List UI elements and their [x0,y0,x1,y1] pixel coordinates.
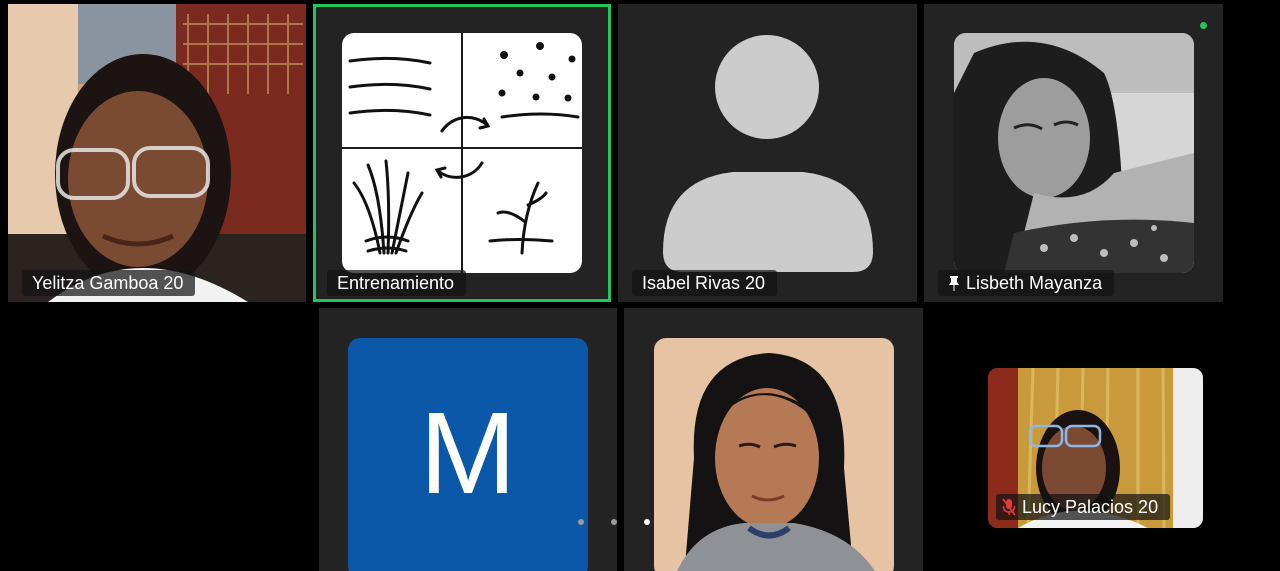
participant-tile-isabel[interactable]: Isabel Rivas 20 [618,4,917,302]
avatar-initial: M [419,388,517,518]
participant-name: Lisbeth Mayanza [966,273,1103,293]
profile-image [342,33,582,273]
profile-photo-image [954,33,1194,273]
profile-photo [654,338,894,571]
participant-name-label: Lisbeth Mayanza [938,270,1115,296]
initial-avatar: M [348,338,588,571]
participant-tile-m[interactable]: M [319,308,617,571]
participant-name-label: Entrenamiento [327,270,467,296]
participant-name: Entrenamiento [337,273,455,293]
participant-tile-photo[interactable] [624,308,923,571]
participant-name: Lucy Palacios 20 [1022,497,1159,517]
participant-video [8,4,306,302]
mic-off-icon [1002,498,1016,516]
participant-tile-lisbeth[interactable]: Lisbeth Mayanza [924,4,1223,302]
page-dot-1[interactable] [578,519,584,525]
participant-tile-yelitza[interactable]: Yelitza Gamboa 20 [8,4,306,302]
page-dot-2[interactable] [611,519,617,525]
pin-icon [948,275,960,291]
default-avatar-icon [663,35,873,272]
profile-photo-image [654,338,894,571]
self-preview-tile[interactable]: Lucy Palacios 20 [988,368,1203,528]
status-dot [1200,22,1207,29]
participant-name-label: Isabel Rivas 20 [632,270,778,296]
participant-name: Yelitza Gamboa 20 [32,273,184,293]
page-dot-3[interactable] [644,519,650,525]
profile-photo [954,33,1194,273]
participant-name-label: Lucy Palacios 20 [996,494,1171,520]
participant-name-label: Yelitza Gamboa 20 [22,270,196,296]
participant-tile-entrenamiento[interactable]: Entrenamiento [313,4,611,302]
entrenamiento-logo-icon [342,33,582,273]
participant-name: Isabel Rivas 20 [642,273,766,293]
